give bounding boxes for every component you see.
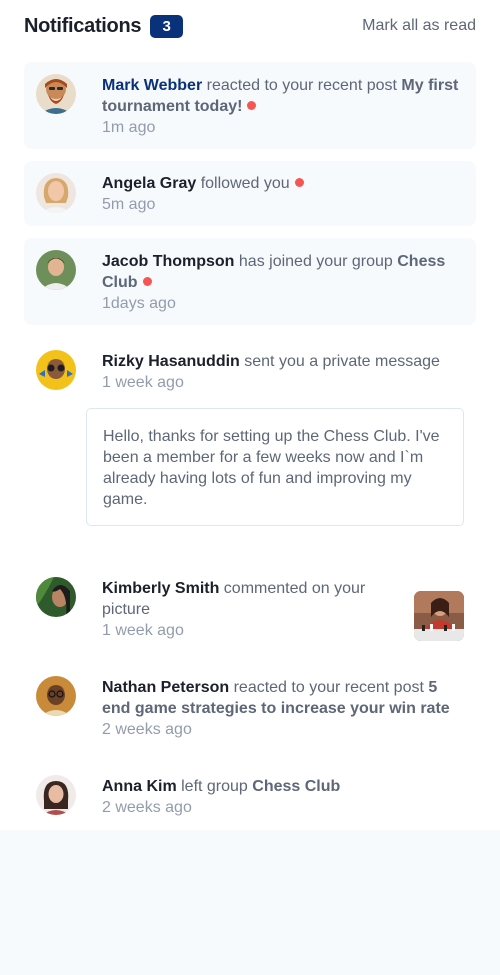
avatar-jacob-thompson-icon[interactable] bbox=[36, 250, 76, 290]
unread-dot-icon bbox=[142, 277, 152, 286]
notification-action: reacted to your recent post bbox=[229, 679, 429, 696]
notification-item[interactable]: Mark Webber reacted to your recent post … bbox=[24, 62, 476, 149]
notification-item[interactable]: Kimberly Smith commented on your picture… bbox=[24, 565, 476, 652]
notification-time: 1m ago bbox=[102, 119, 156, 136]
notification-item[interactable]: Jacob Thompson has joined your group Che… bbox=[24, 238, 476, 325]
avatar-rizky-hasanuddin-icon[interactable] bbox=[36, 350, 76, 390]
notification-text: Rizky Hasanuddin sent you a private mess… bbox=[102, 351, 462, 393]
notification-time: 1days ago bbox=[102, 295, 176, 312]
unread-dot-icon bbox=[294, 178, 304, 187]
user-name-link[interactable]: Nathan Peterson bbox=[102, 679, 229, 696]
unread-count-badge: 3 bbox=[150, 14, 184, 38]
notification-text: Nathan Peterson reacted to your recent p… bbox=[102, 677, 462, 740]
user-name-link[interactable]: Rizky Hasanuddin bbox=[102, 353, 240, 370]
notification-time: 2 weeks ago bbox=[102, 721, 192, 738]
notification-action: sent you a private message bbox=[239, 353, 440, 370]
private-message-preview[interactable]: Hello, thanks for setting up the Chess C… bbox=[86, 408, 464, 526]
avatar-angela-gray-icon[interactable] bbox=[36, 173, 76, 213]
chess-picture-icon bbox=[414, 591, 464, 641]
user-name-link[interactable]: Mark Webber bbox=[102, 77, 202, 94]
notification-text: Kimberly Smith commented on your picture… bbox=[102, 578, 402, 641]
user-name-link[interactable]: Kimberly Smith bbox=[102, 580, 219, 597]
page-title: Notifications bbox=[24, 14, 142, 37]
notification-text: Anna Kim left group Chess Club 2 weeks a… bbox=[102, 776, 462, 818]
notification-text: Jacob Thompson has joined your group Che… bbox=[102, 251, 462, 314]
notification-time: 5m ago bbox=[102, 196, 156, 213]
notification-text: Mark Webber reacted to your recent post … bbox=[102, 75, 462, 138]
mark-all-as-read-button[interactable]: Mark all as read bbox=[362, 17, 476, 35]
notification-text: Angela Gray followed you 5m ago bbox=[102, 173, 462, 215]
notification-time: 1 week ago bbox=[102, 622, 184, 639]
avatar-mark-webber-icon[interactable] bbox=[36, 74, 76, 114]
user-name-link[interactable]: Angela Gray bbox=[102, 175, 196, 192]
notification-action: left group bbox=[176, 778, 253, 795]
notifications-header: Notifications 3 Mark all as read bbox=[24, 12, 476, 40]
user-name-link[interactable]: Anna Kim bbox=[102, 778, 177, 795]
notification-action: reacted to your recent post bbox=[202, 77, 402, 94]
unread-dot-icon bbox=[247, 101, 257, 110]
avatar-nathan-peterson-icon[interactable] bbox=[36, 676, 76, 716]
notification-action: has joined your group bbox=[234, 253, 398, 270]
group-link[interactable]: Chess Club bbox=[252, 778, 340, 795]
notification-time: 1 week ago bbox=[102, 374, 184, 391]
commented-picture-thumbnail[interactable] bbox=[414, 591, 464, 641]
avatar-kimberly-smith-icon[interactable] bbox=[36, 577, 76, 617]
user-name-link[interactable]: Jacob Thompson bbox=[102, 253, 234, 270]
notification-item[interactable]: Nathan Peterson reacted to your recent p… bbox=[24, 664, 476, 751]
notification-time: 2 weeks ago bbox=[102, 799, 192, 816]
notification-action: followed you bbox=[196, 175, 290, 192]
notification-item[interactable]: Anna Kim left group Chess Club 2 weeks a… bbox=[24, 763, 476, 828]
notifications-card: Notifications 3 Mark all as read Mark We… bbox=[0, 0, 500, 830]
avatar-anna-kim-icon[interactable] bbox=[36, 775, 76, 815]
notification-item[interactable]: Angela Gray followed you 5m ago bbox=[24, 161, 476, 226]
